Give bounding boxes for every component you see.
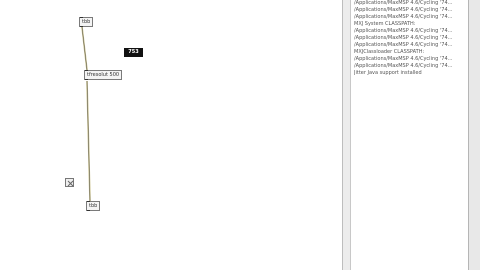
console-line: Jitter Java support installed [354,70,422,76]
console-line: /Applications/MaxMSP 4.6/Cycling '74... [354,63,453,69]
console-line: /Applications/MaxMSP 4.6/Cycling '74... [354,35,453,41]
console-line: /Applications/MaxMSP 4.6/Cycling '74... [354,14,453,20]
object-box-middle[interactable]: tfresolut 500 [84,70,123,80]
console-line: MXJClassloader CLASSPATH: [354,49,425,55]
toggle-x-icon [67,180,74,187]
object-label: tbb [89,203,98,209]
inlet[interactable] [80,17,83,18]
patch-cord [81,26,88,71]
toggle[interactable] [65,178,74,187]
patcher-canvas[interactable]: tbb 753 tfresolut 500 tbb [0,0,342,270]
object-label: tbb [82,19,91,25]
inlet[interactable] [87,201,90,202]
number-value: 753 [128,49,139,55]
number-box[interactable]: 753 [124,48,143,57]
outlet[interactable] [87,210,90,211]
patch-cord [86,80,91,202]
object-box-bottom[interactable]: tbb [86,201,101,211]
max-console[interactable]: /Applications/MaxMSP 4.6/Cycling '74... … [350,0,468,270]
object-box-top[interactable]: tbb [79,17,94,27]
patch-cords [81,26,91,202]
console-line: /Applications/MaxMSP 4.6/Cycling '74... [354,28,453,34]
console-line: /Applications/MaxMSP 4.6/Cycling '74... [354,0,453,6]
console-line: /Applications/MaxMSP 4.6/Cycling '74... [354,7,453,13]
console-line: MXJ System CLASSPATH: [354,21,416,27]
console-scrollbar[interactable] [468,0,480,270]
window-divider [342,0,350,270]
console-line: /Applications/MaxMSP 4.6/Cycling '74... [354,56,453,62]
console-line: /Applications/MaxMSP 4.6/Cycling '74... [354,42,453,48]
outlet[interactable] [80,26,83,27]
object-label: tfresolut 500 [87,72,120,78]
outlet[interactable] [85,79,88,80]
inlet[interactable] [85,70,88,71]
